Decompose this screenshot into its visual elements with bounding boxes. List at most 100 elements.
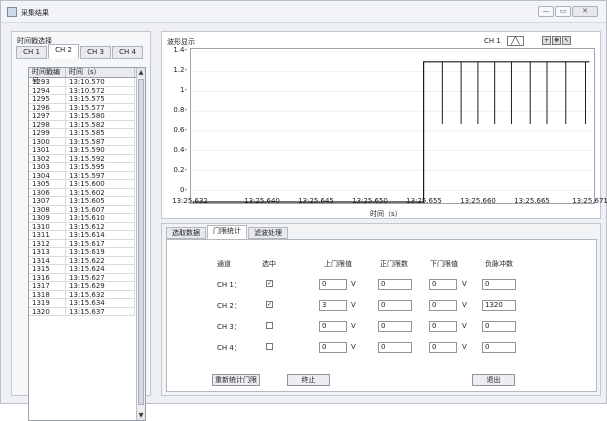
scroll-up-icon[interactable]: ▲ xyxy=(137,68,145,77)
channel-select-checkbox[interactable] xyxy=(266,343,273,350)
cursor-icon[interactable]: ↖ xyxy=(562,36,571,45)
table-row[interactable]: 1313 13:15.619 xyxy=(29,248,135,257)
negative-pulse-field: 0 xyxy=(482,321,516,332)
table-row[interactable]: 1317 13:15.629 xyxy=(29,282,135,291)
recount-threshold-button[interactable]: 重新统计门限 xyxy=(212,374,260,386)
row-time-cell: 13:15.585 xyxy=(66,129,135,137)
row-index-cell: 1293 xyxy=(29,78,66,86)
timestamp-table[interactable]: 时间戳编号 时间（s） 1293 13:10.570 1294 13:10.572 12… xyxy=(28,67,146,421)
waveform-line-icon[interactable]: ╱╲ xyxy=(506,36,524,46)
table-row[interactable]: 1304 13:15.597 xyxy=(29,171,135,180)
table-row[interactable]: 1308 13:15.607 xyxy=(29,205,135,214)
channel-select-checkbox[interactable] xyxy=(266,322,273,329)
lower-threshold-unit: V xyxy=(462,343,467,351)
header-upper-threshold: 上门限值 xyxy=(324,260,352,268)
upper-threshold-input[interactable]: 0 xyxy=(319,279,347,290)
row-time-cell: 13:15.632 xyxy=(66,290,135,298)
x-tick-label: 13:25.665 xyxy=(514,197,550,205)
table-row[interactable]: 1300 13:15.587 xyxy=(29,137,135,146)
row-index-cell: 1303 xyxy=(29,163,66,171)
table-row[interactable]: 1318 13:15.632 xyxy=(29,290,135,299)
row-time-cell: 13:15.587 xyxy=(66,137,135,145)
tab-ch3[interactable]: CH 3 xyxy=(80,46,111,59)
row-index-cell: 1310 xyxy=(29,222,66,230)
row-time-cell: 13:15.602 xyxy=(66,188,135,196)
x-tick-label: 13:25.655 xyxy=(406,197,442,205)
row-index-cell: 1296 xyxy=(29,103,66,111)
table-row[interactable]: 1320 13:15.637 xyxy=(29,307,135,316)
table-row[interactable]: 1312 13:15.617 xyxy=(29,239,135,248)
lower-threshold-input[interactable]: 0 xyxy=(429,300,457,311)
row-time-cell: 13:15.610 xyxy=(66,214,135,222)
zoom-icon[interactable]: + xyxy=(542,36,551,45)
table-row[interactable]: 1310 13:15.612 xyxy=(29,222,135,231)
upper-threshold-input[interactable]: 0 xyxy=(319,342,347,353)
channel-label: CH 4： xyxy=(217,344,241,352)
column-header-time[interactable]: 时间（s） xyxy=(66,68,135,77)
scroll-thumb[interactable] xyxy=(138,79,144,405)
lower-threshold-input[interactable]: 0 xyxy=(429,279,457,290)
header-channel: 通道 xyxy=(217,260,231,268)
upper-count-field: 0 xyxy=(378,342,412,353)
plot-legend[interactable]: CH 1 ╱╲ xyxy=(484,36,524,46)
pan-icon[interactable]: ✥ xyxy=(552,36,561,45)
column-header-index[interactable]: 时间戳编号 xyxy=(29,68,66,85)
upper-threshold-input[interactable]: 0 xyxy=(319,321,347,332)
minimize-button[interactable]: — xyxy=(538,6,554,17)
lower-threshold-input[interactable]: 0 xyxy=(429,321,457,332)
table-row[interactable]: 1319 13:15.634 xyxy=(29,299,135,308)
exit-button[interactable]: 退出 xyxy=(472,374,515,386)
row-index-cell: 1316 xyxy=(29,273,66,281)
scroll-down-icon[interactable]: ▼ xyxy=(137,411,145,420)
waveform-plot[interactable] xyxy=(190,48,595,204)
table-row[interactable]: 1307 13:15.605 xyxy=(29,197,135,206)
table-row[interactable]: 1293 13:10.570 xyxy=(29,78,135,87)
table-row[interactable]: 1316 13:15.627 xyxy=(29,273,135,282)
table-row[interactable]: 1296 13:15.577 xyxy=(29,103,135,112)
channel-select-checkbox[interactable]: ✓ xyxy=(266,280,273,287)
x-tick-label: 13:25.650 xyxy=(352,197,388,205)
upper-threshold-unit: V xyxy=(351,322,356,330)
row-time-cell: 13:15.575 xyxy=(66,95,135,103)
maximize-button[interactable]: ▭ xyxy=(555,6,571,17)
table-row[interactable]: 1301 13:15.590 xyxy=(29,146,135,155)
tab-ch4[interactable]: CH 4 xyxy=(112,46,143,59)
table-row[interactable]: 1302 13:15.592 xyxy=(29,154,135,163)
tab-filter[interactable]: 滤波处理 xyxy=(248,227,288,239)
row-time-cell: 13:10.570 xyxy=(66,78,135,86)
table-row[interactable]: 1314 13:15.622 xyxy=(29,256,135,265)
table-row[interactable]: 1298 13:15.582 xyxy=(29,120,135,129)
row-time-cell: 13:15.627 xyxy=(66,273,135,281)
table-row[interactable]: 1305 13:15.600 xyxy=(29,180,135,189)
row-index-cell: 1308 xyxy=(29,205,66,213)
table-row[interactable]: 1306 13:15.602 xyxy=(29,188,135,197)
row-index-cell: 1305 xyxy=(29,180,66,188)
row-time-cell: 13:15.605 xyxy=(66,197,135,205)
table-row[interactable]: 1311 13:15.614 xyxy=(29,231,135,240)
table-row[interactable]: 1303 13:15.595 xyxy=(29,163,135,172)
table-row[interactable]: 1309 13:15.610 xyxy=(29,214,135,223)
row-index-cell: 1320 xyxy=(29,307,66,315)
table-row[interactable]: 1315 13:15.624 xyxy=(29,265,135,274)
channel-select-checkbox[interactable]: ✓ xyxy=(266,301,273,308)
close-button[interactable]: ✕ xyxy=(572,6,598,17)
table-row[interactable]: 1297 13:15.580 xyxy=(29,112,135,121)
tab-threshold-stats[interactable]: 门限统计 xyxy=(207,225,247,239)
row-time-cell: 13:15.634 xyxy=(66,299,135,307)
header-upper-count: 正门限数 xyxy=(380,260,408,268)
table-scrollbar[interactable]: ▲ ▼ xyxy=(136,68,145,420)
upper-threshold-input[interactable]: 3 xyxy=(319,300,347,311)
tab-ch2[interactable]: CH 2 xyxy=(48,44,79,59)
tab-ch1[interactable]: CH 1 xyxy=(16,46,47,59)
row-index-cell: 1312 xyxy=(29,239,66,247)
table-row[interactable]: 1299 13:15.585 xyxy=(29,129,135,138)
stop-button[interactable]: 终止 xyxy=(287,374,330,386)
header-selected: 选中 xyxy=(262,260,276,268)
row-index-cell: 1295 xyxy=(29,95,66,103)
row-time-cell: 13:15.612 xyxy=(66,222,135,230)
tab-select-data[interactable]: 选取数据 xyxy=(166,227,206,239)
lower-threshold-input[interactable]: 0 xyxy=(429,342,457,353)
timestamp-panel: 时间戳选择 CH 1 CH 2 CH 3 CH 4 时间戳编号 时间（s） 12… xyxy=(11,31,151,421)
table-row[interactable]: 1295 13:15.575 xyxy=(29,95,135,104)
table-row[interactable]: 1294 13:10.572 xyxy=(29,86,135,95)
